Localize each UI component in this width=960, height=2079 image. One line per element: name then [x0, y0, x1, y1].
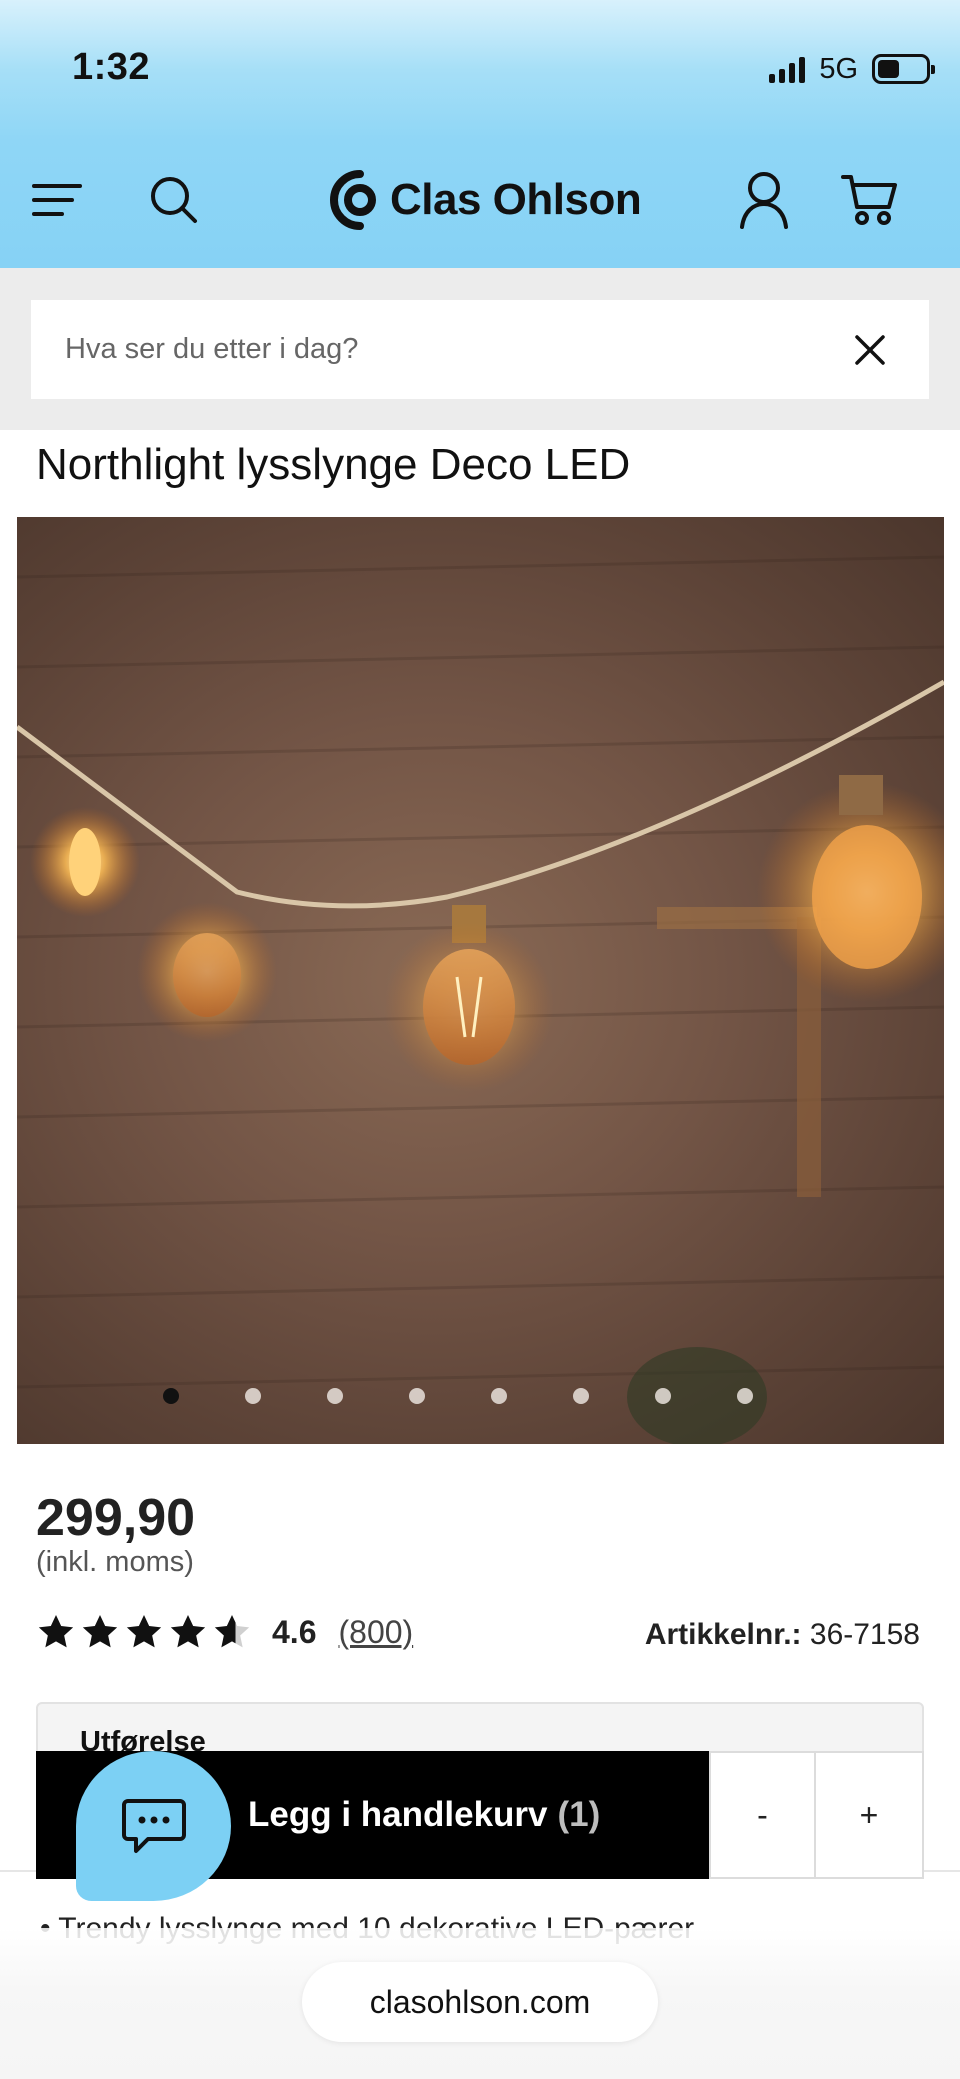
close-icon — [855, 334, 885, 365]
signal-icon — [769, 55, 806, 83]
menu-icon — [32, 184, 82, 216]
product-image-gallery[interactable] — [17, 517, 944, 1444]
star-icon — [82, 1615, 118, 1648]
gallery-dot[interactable] — [491, 1388, 507, 1404]
vat-note: (inkl. moms) — [36, 1546, 194, 1578]
logo-mark-icon — [330, 170, 376, 230]
menu-button[interactable] — [18, 160, 98, 240]
clear-search-button[interactable] — [845, 325, 895, 375]
rating-stars — [36, 1612, 252, 1652]
url-bar[interactable]: clasohlson.com — [302, 1962, 658, 2042]
network-label: 5G — [819, 52, 858, 85]
star-icon — [38, 1615, 74, 1648]
battery-icon — [872, 54, 935, 84]
add-to-cart-label: Legg i handlekurv — [248, 1795, 548, 1834]
star-icon — [214, 1615, 250, 1648]
chat-icon — [121, 1799, 186, 1853]
gallery-dot[interactable] — [327, 1388, 343, 1404]
gallery-dot[interactable] — [163, 1388, 179, 1404]
review-count-link[interactable]: (800) — [338, 1614, 413, 1651]
account-button[interactable] — [724, 160, 804, 240]
search-icon — [151, 177, 197, 223]
article-label: Artikkelnr.: — [644, 1618, 802, 1651]
gallery-pagination — [17, 1388, 944, 1408]
cart-icon — [841, 175, 897, 225]
product-image — [17, 555, 944, 1444]
article-value: 36-7158 — [809, 1618, 920, 1651]
gallery-dot[interactable] — [245, 1388, 261, 1404]
search-button[interactable] — [134, 160, 214, 240]
app-header: 1:32 5G Clas Ohlson — [0, 0, 960, 268]
brand-name: Clas Ohlson — [390, 175, 642, 224]
product-price: 299,90 — [36, 1489, 196, 1547]
cart-button[interactable] — [830, 160, 910, 240]
star-icon — [126, 1615, 162, 1648]
search-input[interactable] — [65, 333, 845, 366]
status-indicators: 5G — [769, 52, 935, 86]
cart-quantity: (1) — [557, 1795, 601, 1834]
nav-row: Clas Ohlson — [0, 160, 960, 240]
article-number: Artikkelnr.: 36-7158 — [645, 1618, 920, 1652]
gallery-dot[interactable] — [573, 1388, 589, 1404]
gallery-dot[interactable] — [737, 1388, 753, 1404]
account-icon — [740, 172, 788, 229]
search-bar — [31, 300, 929, 399]
increase-quantity-button[interactable]: + — [816, 1751, 924, 1879]
product-title: Northlight lysslynge Deco LED — [36, 440, 631, 489]
decrease-quantity-button[interactable]: - — [709, 1751, 816, 1879]
gallery-dot[interactable] — [409, 1388, 425, 1404]
rating-value: 4.6 — [272, 1613, 317, 1650]
chat-button[interactable] — [76, 1751, 231, 1901]
brand-logo[interactable]: Clas Ohlson — [326, 164, 642, 236]
rating-row: 4.6 (800) — [36, 1610, 413, 1654]
gallery-dot[interactable] — [655, 1388, 671, 1404]
star-icon — [170, 1615, 206, 1648]
status-time: 1:32 — [72, 46, 151, 88]
